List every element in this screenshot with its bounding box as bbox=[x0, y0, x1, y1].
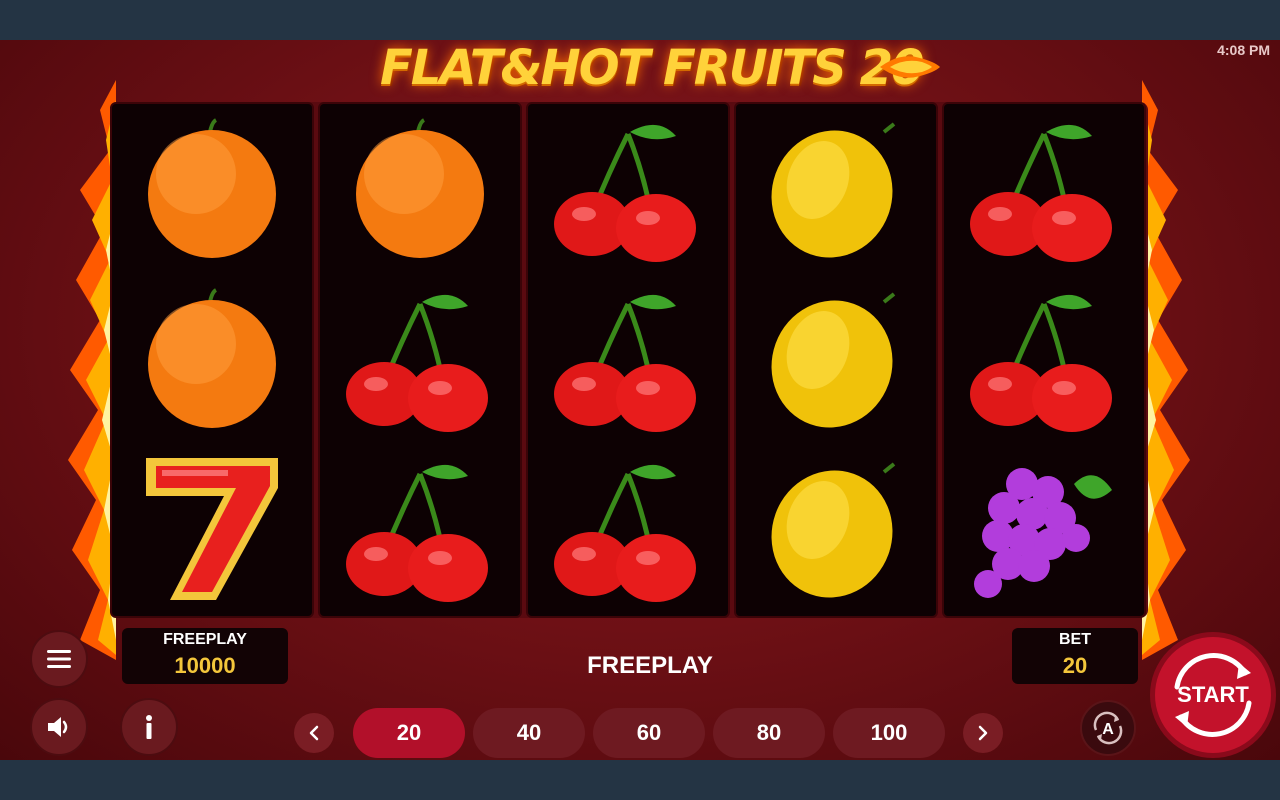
cherry-symbol bbox=[528, 274, 728, 444]
orange-symbol bbox=[112, 274, 312, 444]
bet-value: 20 bbox=[1062, 653, 1088, 678]
bet-next-button[interactable] bbox=[963, 713, 1003, 753]
game-area: 4:08 PM FLAT&HOT FRUITS 20 FREEPLAY 1000… bbox=[0, 40, 1280, 760]
logo-text: FLAT&HOT FRUITS 20 bbox=[380, 40, 924, 96]
bet-option[interactable]: 60 bbox=[593, 708, 705, 758]
chevron-left-icon bbox=[309, 725, 319, 741]
lemon-symbol bbox=[736, 104, 936, 274]
sound-button[interactable] bbox=[30, 698, 88, 756]
menu-icon bbox=[47, 650, 71, 668]
right-flame-decoration bbox=[1142, 80, 1190, 660]
left-flame-decoration bbox=[68, 80, 116, 660]
info-button[interactable] bbox=[120, 698, 178, 756]
status-message: FREEPLAY bbox=[587, 652, 713, 679]
orange-symbol bbox=[320, 104, 520, 274]
bet-option[interactable]: 80 bbox=[713, 708, 825, 758]
lemon-symbol bbox=[736, 444, 936, 614]
reel-4 bbox=[734, 102, 938, 618]
start-label: START bbox=[1177, 682, 1249, 707]
bet-panel: BET 20 bbox=[1012, 628, 1138, 684]
balance-label: FREEPLAY bbox=[163, 631, 247, 648]
orange-symbol bbox=[112, 104, 312, 274]
svg-text:A: A bbox=[1102, 721, 1114, 738]
start-button[interactable]: START bbox=[1150, 632, 1276, 758]
grapes-symbol bbox=[944, 444, 1144, 614]
chevron-right-icon bbox=[978, 725, 988, 741]
lemon-symbol bbox=[736, 274, 936, 444]
bottom-bar bbox=[0, 760, 1280, 800]
bet-label: BET bbox=[1059, 631, 1091, 648]
reel-1 bbox=[110, 102, 314, 618]
reels-area bbox=[110, 102, 1148, 618]
cherry-symbol bbox=[944, 274, 1144, 444]
reel-2 bbox=[318, 102, 522, 618]
autoplay-icon: A bbox=[1093, 711, 1123, 745]
game-logo: FLAT&HOT FRUITS 20 bbox=[380, 40, 940, 102]
cherry-symbol bbox=[528, 104, 728, 274]
bet-prev-button[interactable] bbox=[294, 713, 334, 753]
bet-option[interactable]: 20 bbox=[353, 708, 465, 758]
autoplay-button[interactable]: A bbox=[1080, 700, 1136, 756]
cherry-symbol bbox=[320, 444, 520, 614]
seven-symbol bbox=[112, 444, 312, 614]
bet-option[interactable]: 100 bbox=[833, 708, 945, 758]
cherry-symbol bbox=[528, 444, 728, 614]
speaker-icon bbox=[48, 717, 68, 737]
balance-value: 10000 bbox=[174, 653, 236, 678]
reel-3 bbox=[526, 102, 730, 618]
logo-flame-icon bbox=[880, 56, 940, 78]
reel-5 bbox=[942, 102, 1146, 618]
top-bar bbox=[0, 0, 1280, 40]
cherry-symbol bbox=[944, 104, 1144, 274]
cherry-symbol bbox=[320, 274, 520, 444]
balance-panel: FREEPLAY 10000 bbox=[122, 628, 288, 684]
bet-option[interactable]: 40 bbox=[473, 708, 585, 758]
info-icon bbox=[146, 715, 152, 739]
menu-button[interactable] bbox=[30, 630, 88, 688]
clock: 4:08 PM bbox=[1217, 42, 1270, 58]
